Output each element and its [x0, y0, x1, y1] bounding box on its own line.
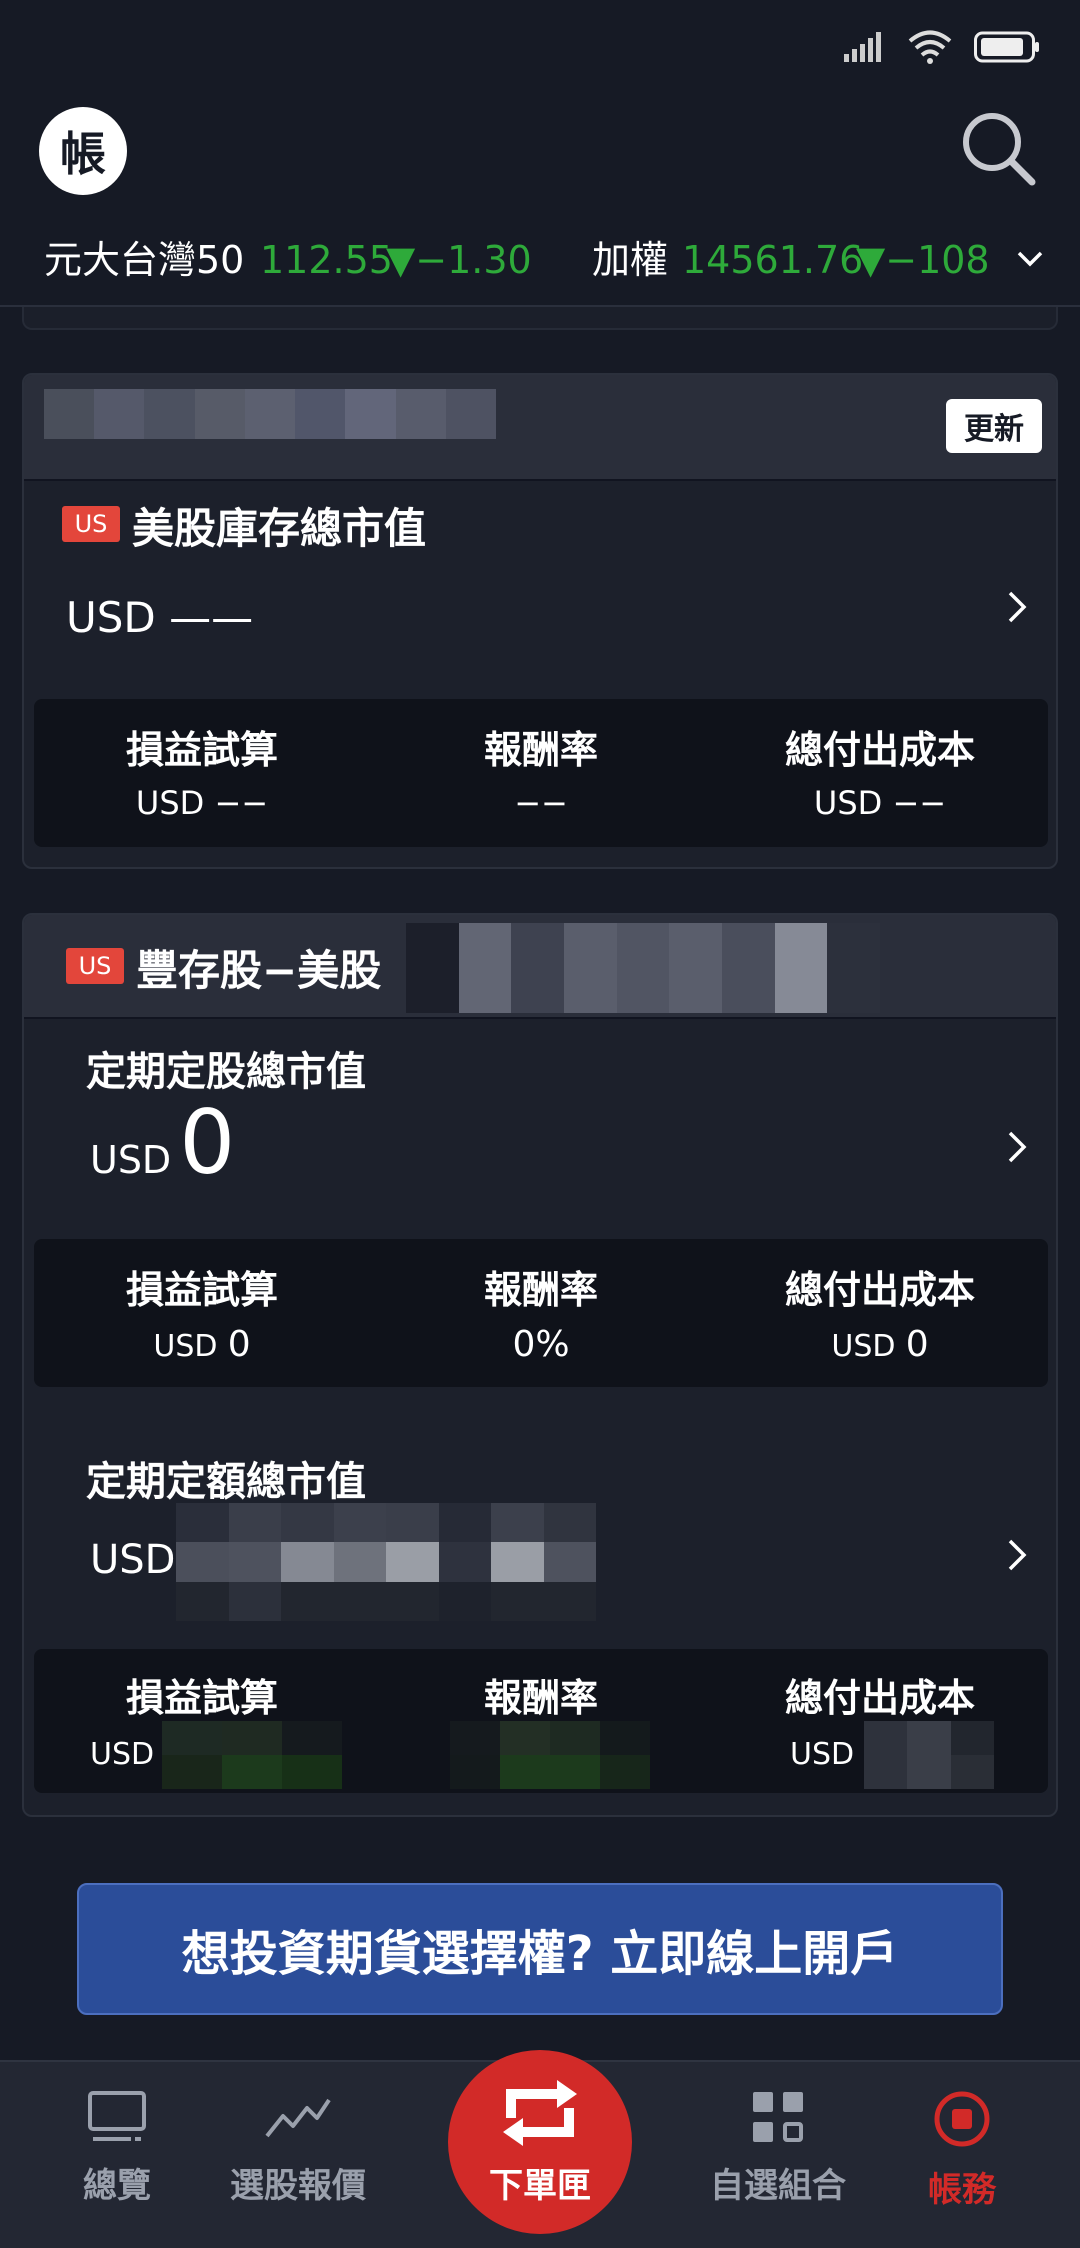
trend-line-icon [265, 2098, 331, 2138]
stat-total-cost: 總付出成本 USD −− [784, 728, 975, 822]
us-holdings-title: 美股庫存總市值 [132, 504, 427, 553]
pnl-currency: USD [90, 1737, 155, 1772]
signal-icon [844, 32, 881, 62]
us-holdings-value[interactable]: USD —— [66, 593, 253, 642]
us-holdings-stats: 損益試算 USD −− 報酬率 −− 總付出成本 USD −− [34, 699, 1048, 847]
fixed-amount-stats: 損益試算 報酬率 總付出成本 USD USD [34, 1649, 1048, 1793]
regular-savings-card: US 豐存股−美股 定期定股總市值 USD 0 損益試算 USD 0 報酬率 0… [22, 913, 1058, 1817]
open-account-banner[interactable]: 想投資期貨選擇權? 立即線上開戶 [77, 1883, 1003, 2015]
record-icon [934, 2091, 990, 2147]
masked-pnl-value [162, 1721, 342, 1789]
order-box-label: 下單匣 [489, 2165, 591, 2206]
ticker-change-2: ▼−108 [856, 238, 990, 282]
fixed-share-title: 定期定股總市值 [86, 1049, 366, 1095]
nav-overview[interactable]: 總覽 [17, 2090, 217, 2207]
regular-savings-title: 豐存股−美股 [136, 946, 382, 995]
nav-watchlist-label: 自選組合 [710, 2166, 846, 2206]
stat-pnl: 損益試算 USD 0 [125, 1268, 278, 1365]
stat-total-cost: 總付出成本 [784, 1676, 975, 1720]
currency-label: USD [90, 1138, 172, 1182]
monitor-icon [88, 2091, 146, 2141]
account-header [24, 375, 1056, 481]
masked-return-value [450, 1721, 650, 1789]
order-box-button[interactable]: 下單匣 [448, 2050, 632, 2234]
account-avatar[interactable]: 帳 [39, 107, 127, 195]
nav-quotes[interactable]: 選股報價 [198, 2090, 398, 2207]
chevron-right-icon[interactable] [1002, 587, 1032, 627]
nav-account-label: 帳務 [928, 2170, 996, 2210]
previous-card-edge [22, 305, 1058, 330]
nav-watchlist[interactable]: 自選組合 [678, 2090, 878, 2207]
ticker-name-1: 元大台灣50 [44, 238, 245, 282]
swap-arrows-icon [503, 2079, 577, 2146]
fixed-share-value[interactable]: USD 0 [90, 1095, 235, 1191]
fixed-amount-currency: USD [90, 1537, 176, 1583]
masked-cost-value [864, 1721, 994, 1789]
value-number: 0 [179, 1091, 236, 1194]
market-ticker[interactable]: 元大台灣50 112.55 ▼−1.30 加權 14561.76 ▼−108 [0, 230, 1080, 290]
stat-return-rate: 報酬率 0% [483, 1268, 598, 1365]
ticker-price-1: 112.55 [260, 238, 393, 282]
avatar-label: 帳 [60, 127, 106, 181]
search-button[interactable] [958, 108, 1038, 188]
fixed-amount-title: 定期定額總市值 [86, 1459, 366, 1505]
us-market-badge: US [62, 506, 120, 542]
nav-overview-label: 總覽 [83, 2166, 151, 2206]
masked-account-number [44, 389, 496, 439]
status-bar [0, 0, 1080, 100]
refresh-button[interactable]: 更新 [946, 399, 1042, 453]
stat-pnl: 損益試算 USD −− [125, 728, 278, 822]
cost-currency: USD [790, 1737, 855, 1772]
wifi-icon [908, 30, 952, 64]
header-divider [0, 305, 1080, 307]
stat-return-rate: 報酬率 −− [483, 728, 598, 822]
stat-pnl: 損益試算 [125, 1676, 278, 1720]
ticker-name-2: 加權 [592, 238, 669, 282]
chevron-down-icon[interactable] [1015, 244, 1045, 274]
chevron-right-icon[interactable] [1002, 1127, 1032, 1167]
ticker-price-2: 14561.76 [682, 238, 864, 282]
nav-quotes-label: 選股報價 [230, 2166, 366, 2206]
masked-account-number [406, 923, 880, 1013]
stat-total-cost: 總付出成本 USD 0 [784, 1268, 975, 1365]
grid-icon [753, 2092, 803, 2142]
battery-icon [974, 31, 1039, 63]
chevron-right-icon[interactable] [1002, 1535, 1032, 1575]
stat-return-rate: 報酬率 [483, 1676, 598, 1720]
masked-fixed-amount-value[interactable] [176, 1503, 596, 1621]
us-market-badge: US [66, 948, 124, 984]
fixed-share-stats: 損益試算 USD 0 報酬率 0% 總付出成本 USD 0 [34, 1239, 1048, 1387]
search-icon [963, 113, 1036, 186]
nav-account[interactable]: 帳務 [862, 2090, 1062, 2211]
us-holdings-card: US 美股庫存總市值 USD —— 損益試算 USD −− 報酬率 −− 總付出… [22, 373, 1058, 869]
regular-savings-header: US 豐存股−美股 [24, 915, 1056, 1019]
ticker-change-1: ▼−1.30 [386, 238, 532, 282]
